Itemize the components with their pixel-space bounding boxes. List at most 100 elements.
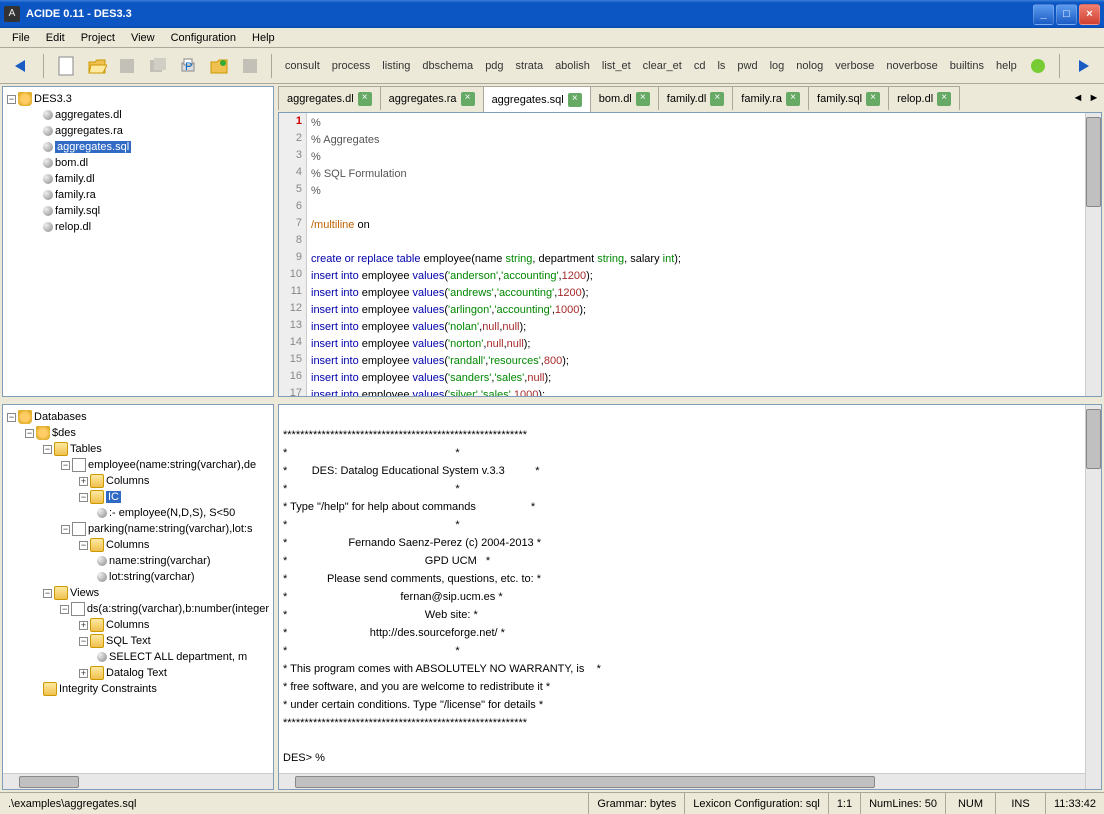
cmd-builtins[interactable]: builtins	[946, 58, 988, 74]
minimize-button[interactable]: _	[1033, 4, 1054, 25]
cmd-pdg[interactable]: pdg	[481, 58, 507, 74]
forward-button[interactable]	[1069, 52, 1096, 80]
db-ic-item[interactable]: :- employee(N,D,S), S<50	[7, 505, 269, 521]
save-button[interactable]	[114, 52, 141, 80]
cmd-pwd[interactable]: pwd	[733, 58, 761, 74]
menu-view[interactable]: View	[123, 30, 163, 46]
editor-tab[interactable]: family.ra×	[732, 86, 809, 110]
print-button[interactable]: P	[175, 52, 202, 80]
tab-close-icon[interactable]: ×	[786, 92, 800, 106]
menu-edit[interactable]: Edit	[38, 30, 73, 46]
project-file[interactable]: family.dl	[7, 171, 269, 187]
db-sqltext[interactable]: −SQL Text	[7, 633, 269, 649]
editor-tab[interactable]: family.sql×	[808, 86, 889, 110]
cmd-cd[interactable]: cd	[690, 58, 710, 74]
db-table-parking[interactable]: −parking(name:string(varchar),lot:s	[7, 521, 269, 537]
status-pos: 1:1	[828, 793, 860, 814]
db-col-name[interactable]: name:string(varchar)	[7, 553, 269, 569]
editor-tab[interactable]: aggregates.dl×	[278, 86, 381, 110]
db-root[interactable]: −Databases	[7, 409, 269, 425]
cmd-nolog[interactable]: nolog	[792, 58, 827, 74]
tab-close-icon[interactable]: ×	[710, 92, 724, 106]
tab-scroll-right[interactable]: ►	[1086, 92, 1102, 112]
cmd-clear_et[interactable]: clear_et	[639, 58, 686, 74]
console-pane[interactable]: ****************************************…	[278, 404, 1102, 790]
cmd-list_et[interactable]: list_et	[598, 58, 635, 74]
project-file[interactable]: bom.dl	[7, 155, 269, 171]
tab-scroll-left[interactable]: ◄	[1070, 92, 1086, 112]
database-tree-pane[interactable]: −Databases −$des −Tables −employee(name:…	[2, 404, 274, 790]
menu-project[interactable]: Project	[73, 30, 123, 46]
cmd-noverbose[interactable]: noverbose	[882, 58, 941, 74]
status-grammar: Grammar: bytes	[588, 793, 684, 814]
project-file[interactable]: aggregates.ra	[7, 123, 269, 139]
tab-close-icon[interactable]: ×	[358, 92, 372, 106]
db-ic[interactable]: −IC	[7, 489, 269, 505]
db-des[interactable]: −$des	[7, 425, 269, 441]
db-view-ds[interactable]: −ds(a:string(varchar),b:number(integer	[7, 601, 269, 617]
editor-scrollbar[interactable]	[1085, 113, 1101, 396]
save-all-button[interactable]	[144, 52, 171, 80]
close-button[interactable]: ×	[1079, 4, 1100, 25]
db-columns-3[interactable]: +Columns	[7, 617, 269, 633]
editor-tab[interactable]: family.dl×	[658, 86, 734, 110]
menu-file[interactable]: File	[4, 30, 38, 46]
menu-help[interactable]: Help	[244, 30, 283, 46]
db-views[interactable]: −Views	[7, 585, 269, 601]
menu-configuration[interactable]: Configuration	[163, 30, 244, 46]
db-sqltext-item[interactable]: SELECT ALL department, m	[7, 649, 269, 665]
tab-close-icon[interactable]: ×	[866, 92, 880, 106]
svg-text:P: P	[185, 61, 192, 73]
db-table-employee[interactable]: −employee(name:string(varchar),de	[7, 457, 269, 473]
project-file[interactable]: family.ra	[7, 187, 269, 203]
db-tables[interactable]: −Tables	[7, 441, 269, 457]
editor-tab[interactable]: relop.dl×	[888, 86, 960, 110]
db-datalogtext[interactable]: +Datalog Text	[7, 665, 269, 681]
run-button[interactable]	[1025, 52, 1052, 80]
cmd-strata[interactable]: strata	[512, 58, 548, 74]
tab-close-icon[interactable]: ×	[461, 92, 475, 106]
console-hscroll[interactable]	[279, 773, 1085, 789]
db-integrity[interactable]: Integrity Constraints	[7, 681, 269, 697]
new-file-button[interactable]	[53, 52, 80, 80]
editor-tab[interactable]: bom.dl×	[590, 86, 659, 110]
statusbar: .\examples\aggregates.sql Grammar: bytes…	[0, 792, 1104, 814]
project-file[interactable]: aggregates.sql	[7, 139, 269, 155]
cmd-log[interactable]: log	[766, 58, 789, 74]
editor-tab[interactable]: aggregates.sql×	[483, 86, 591, 112]
tree-root[interactable]: −DES3.3	[7, 91, 269, 107]
db-col-lot[interactable]: lot:string(varchar)	[7, 569, 269, 585]
tab-close-icon[interactable]: ×	[636, 92, 650, 106]
editor-tabbar: aggregates.dl×aggregates.ra×aggregates.s…	[278, 86, 1102, 112]
disk-button[interactable]	[236, 52, 263, 80]
project-file[interactable]: relop.dl	[7, 219, 269, 235]
menubar: File Edit Project View Configuration Hel…	[0, 28, 1104, 48]
cmd-abolish[interactable]: abolish	[551, 58, 594, 74]
project-file[interactable]: aggregates.dl	[7, 107, 269, 123]
db-tree-hscroll[interactable]	[3, 773, 273, 789]
cmd-ls[interactable]: ls	[713, 58, 729, 74]
db-columns-2[interactable]: −Columns	[7, 537, 269, 553]
cmd-help[interactable]: help	[992, 58, 1021, 74]
project-tree-pane[interactable]: −DES3.3 aggregates.dlaggregates.raaggreg…	[2, 86, 274, 397]
project-file[interactable]: family.sql	[7, 203, 269, 219]
maximize-button[interactable]: □	[1056, 4, 1077, 25]
cmd-process[interactable]: process	[328, 58, 375, 74]
folder-tree-button[interactable]	[206, 52, 233, 80]
tab-close-icon[interactable]: ×	[568, 93, 582, 107]
open-button[interactable]	[83, 52, 110, 80]
cmd-consult[interactable]: consult	[281, 58, 324, 74]
status-numlines: NumLines: 50	[860, 793, 945, 814]
console-scrollbar[interactable]	[1085, 405, 1101, 789]
cmd-dbschema[interactable]: dbschema	[418, 58, 477, 74]
toolbar: P consult process listing dbschema pdg s…	[0, 48, 1104, 84]
editor-tab[interactable]: aggregates.ra×	[380, 86, 484, 110]
cmd-verbose[interactable]: verbose	[831, 58, 878, 74]
back-button[interactable]	[8, 52, 35, 80]
code-editor[interactable]: 1234567891011121314151617 %% Aggregates%…	[278, 112, 1102, 397]
cmd-listing[interactable]: listing	[378, 58, 414, 74]
tab-close-icon[interactable]: ×	[937, 92, 951, 106]
titlebar: A ACIDE 0.11 - DES3.3 _ □ ×	[0, 0, 1104, 28]
db-columns-1[interactable]: +Columns	[7, 473, 269, 489]
console-prompt: DES> %	[283, 752, 325, 764]
